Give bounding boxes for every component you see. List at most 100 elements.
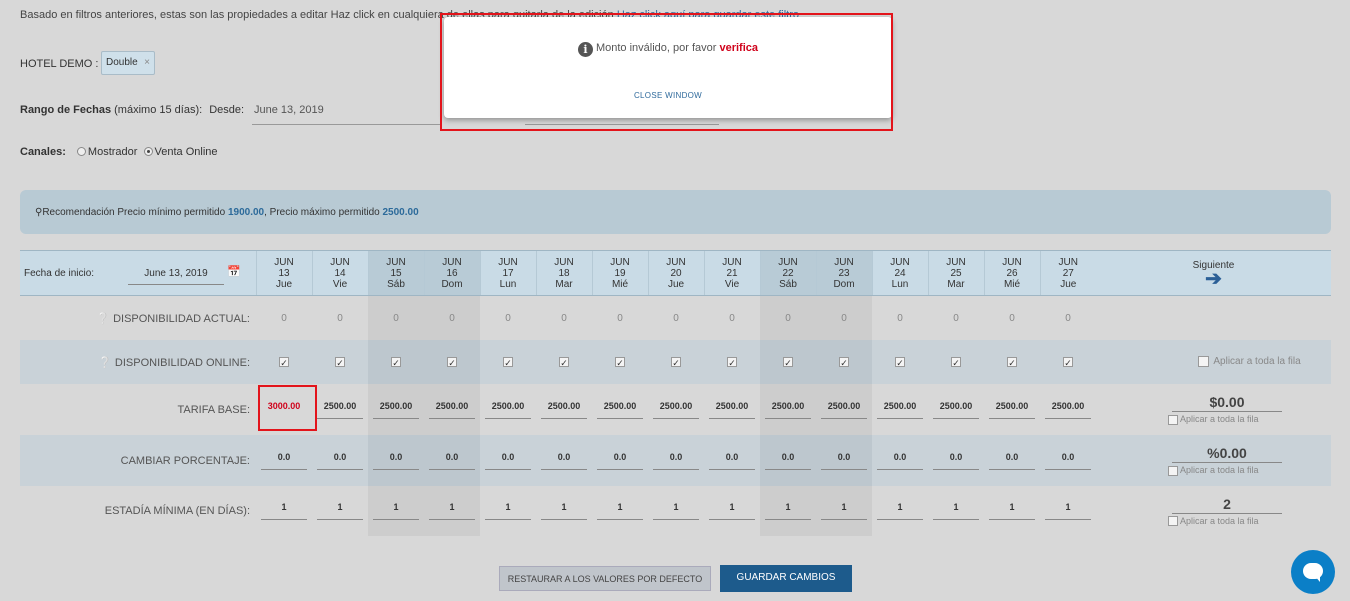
online-checkbox[interactable]: ✓ <box>335 356 345 368</box>
estadia-input[interactable]: 1 <box>877 502 923 520</box>
desde-input[interactable]: June 13, 2019 <box>254 104 324 116</box>
online-checkbox[interactable]: ✓ <box>391 356 401 368</box>
tarifa-cell: 2500.00 <box>760 384 816 435</box>
estadia-summary-input[interactable]: 2 <box>1172 496 1282 514</box>
porcentaje-input[interactable]: 0.0 <box>317 452 363 470</box>
online-checkbox[interactable]: ✓ <box>727 356 737 368</box>
estadia-input[interactable]: 1 <box>821 502 867 520</box>
apply-checkbox[interactable] <box>1198 356 1210 368</box>
arrow-right-icon[interactable]: ➔ <box>1096 269 1331 289</box>
tarifa-input[interactable]: 2500.00 <box>317 401 363 419</box>
porcentaje-input[interactable]: 0.0 <box>1045 452 1091 470</box>
porcentaje-cell: 0.0 <box>480 435 536 486</box>
save-changes-button[interactable]: GUARDAR CAMBIOS <box>720 565 852 592</box>
tarifa-input[interactable]: 2500.00 <box>821 401 867 419</box>
online-checkbox[interactable]: ✓ <box>671 356 681 368</box>
porcentaje-input[interactable]: 0.0 <box>653 452 699 470</box>
estadia-input[interactable]: 1 <box>597 502 643 520</box>
online-checkbox[interactable]: ✓ <box>503 356 513 368</box>
tarifa-input[interactable]: 2500.00 <box>597 401 643 419</box>
tarifa-input[interactable]: 2500.00 <box>429 401 475 419</box>
estadia-input[interactable]: 1 <box>989 502 1035 520</box>
tarifa-input[interactable]: 2500.00 <box>1045 401 1091 419</box>
porcentaje-input[interactable]: 0.0 <box>877 452 923 470</box>
online-checkbox[interactable]: ✓ <box>951 356 961 368</box>
estadia-input[interactable]: 1 <box>261 502 307 520</box>
porcentaje-input[interactable]: 0.0 <box>261 452 307 470</box>
online-checkbox[interactable]: ✓ <box>559 356 569 368</box>
estadia-input[interactable]: 1 <box>541 502 587 520</box>
apply-row-online[interactable]: Aplicar a toda la fila <box>1096 340 1331 384</box>
apply-row-tarifa[interactable]: Aplicar a toda la fila <box>1168 414 1331 425</box>
online-checkbox[interactable]: ✓ <box>279 356 289 368</box>
disp-online-cell: ✓ <box>816 340 872 384</box>
estadia-input[interactable]: 1 <box>653 502 699 520</box>
porcentaje-input[interactable]: 0.0 <box>429 452 475 470</box>
porcentaje-input[interactable]: 0.0 <box>597 452 643 470</box>
disp-actual-value: 0 <box>984 295 1040 340</box>
disp-online-cell: ✓ <box>424 340 480 384</box>
help-icon[interactable]: ❔ <box>96 313 110 325</box>
radio-venta-online[interactable] <box>143 147 153 156</box>
porcentaje-input[interactable]: 0.0 <box>989 452 1035 470</box>
porcentaje-input[interactable]: 0.0 <box>765 452 811 470</box>
online-checkbox[interactable]: ✓ <box>839 356 849 368</box>
estadia-input[interactable]: 1 <box>1045 502 1091 520</box>
tarifa-input[interactable]: 2500.00 <box>541 401 587 419</box>
day-header-day: 22 <box>782 267 794 279</box>
chat-widget-button[interactable] <box>1291 550 1335 594</box>
apply-checkbox[interactable] <box>1168 414 1178 425</box>
estadia-input[interactable]: 1 <box>485 502 531 520</box>
online-checkbox[interactable]: ✓ <box>1063 356 1073 368</box>
restore-defaults-button[interactable]: RESTAURAR A LOS VALORES POR DEFECTO <box>499 566 711 591</box>
channels-group: Canales: Mostrador Venta Online <box>20 146 218 158</box>
tarifa-summary-input[interactable]: $0.00 <box>1172 394 1282 413</box>
apply-row-porcentaje[interactable]: Aplicar a toda la fila <box>1168 465 1331 476</box>
porcentaje-input[interactable]: 0.0 <box>373 452 419 470</box>
help-icon[interactable]: ❔ <box>98 357 112 369</box>
porcentaje-input[interactable]: 0.0 <box>709 452 755 470</box>
porcentaje-cell: 0.0 <box>424 435 480 486</box>
apply-row-estadia[interactable]: Aplicar a toda la fila <box>1168 516 1331 527</box>
estadia-cell: 1 <box>312 486 368 536</box>
day-header-month: JUN <box>498 256 518 268</box>
porcentaje-input[interactable]: 0.0 <box>541 452 587 470</box>
tarifa-input[interactable]: 2500.00 <box>485 401 531 419</box>
disp-online-cell: ✓ <box>704 340 760 384</box>
estadia-input[interactable]: 1 <box>317 502 363 520</box>
porcentaje-input[interactable]: 0.0 <box>933 452 979 470</box>
tarifa-input[interactable]: 2500.00 <box>877 401 923 419</box>
tarifa-input[interactable]: 2500.00 <box>933 401 979 419</box>
tarifa-cell: 2500.00 <box>648 384 704 435</box>
day-header-month: JUN <box>330 256 350 268</box>
recommendation-text: ⚲Recomendación Precio mínimo permitido 1… <box>35 207 419 218</box>
radio-mostrador[interactable] <box>76 147 86 156</box>
estadia-cell: 1 <box>760 486 816 536</box>
online-checkbox[interactable]: ✓ <box>447 356 457 368</box>
online-checkbox[interactable]: ✓ <box>615 356 625 368</box>
estadia-input[interactable]: 1 <box>933 502 979 520</box>
tarifa-input[interactable]: 2500.00 <box>989 401 1035 419</box>
porcentaje-input[interactable]: 0.0 <box>485 452 531 470</box>
apply-checkbox[interactable] <box>1168 516 1178 527</box>
porcentaje-input[interactable]: 0.0 <box>821 452 867 470</box>
estadia-input[interactable]: 1 <box>765 502 811 520</box>
tarifa-input[interactable]: 2500.00 <box>373 401 419 419</box>
tarifa-input[interactable]: 2500.00 <box>765 401 811 419</box>
estadia-input[interactable]: 1 <box>709 502 755 520</box>
calendar-icon[interactable]: 📅 <box>227 267 241 278</box>
online-checkbox[interactable]: ✓ <box>1007 356 1017 368</box>
apply-checkbox[interactable] <box>1168 465 1178 476</box>
room-type-tag[interactable]: Double × <box>101 51 155 75</box>
day-header: JUN 14 Vie <box>311 250 368 296</box>
tag-remove-icon[interactable]: × <box>144 57 150 68</box>
online-checkbox[interactable]: ✓ <box>783 356 793 368</box>
porcentaje-summary-input[interactable]: %0.00 <box>1172 445 1282 464</box>
estadia-input[interactable]: 1 <box>373 502 419 520</box>
start-date-input[interactable]: June 13, 2019 <box>128 268 224 285</box>
tarifa-input[interactable]: 2500.00 <box>653 401 699 419</box>
next-button[interactable]: Siguiente ➔ <box>1096 250 1331 296</box>
estadia-input[interactable]: 1 <box>429 502 475 520</box>
tarifa-input[interactable]: 2500.00 <box>709 401 755 419</box>
online-checkbox[interactable]: ✓ <box>895 356 905 368</box>
